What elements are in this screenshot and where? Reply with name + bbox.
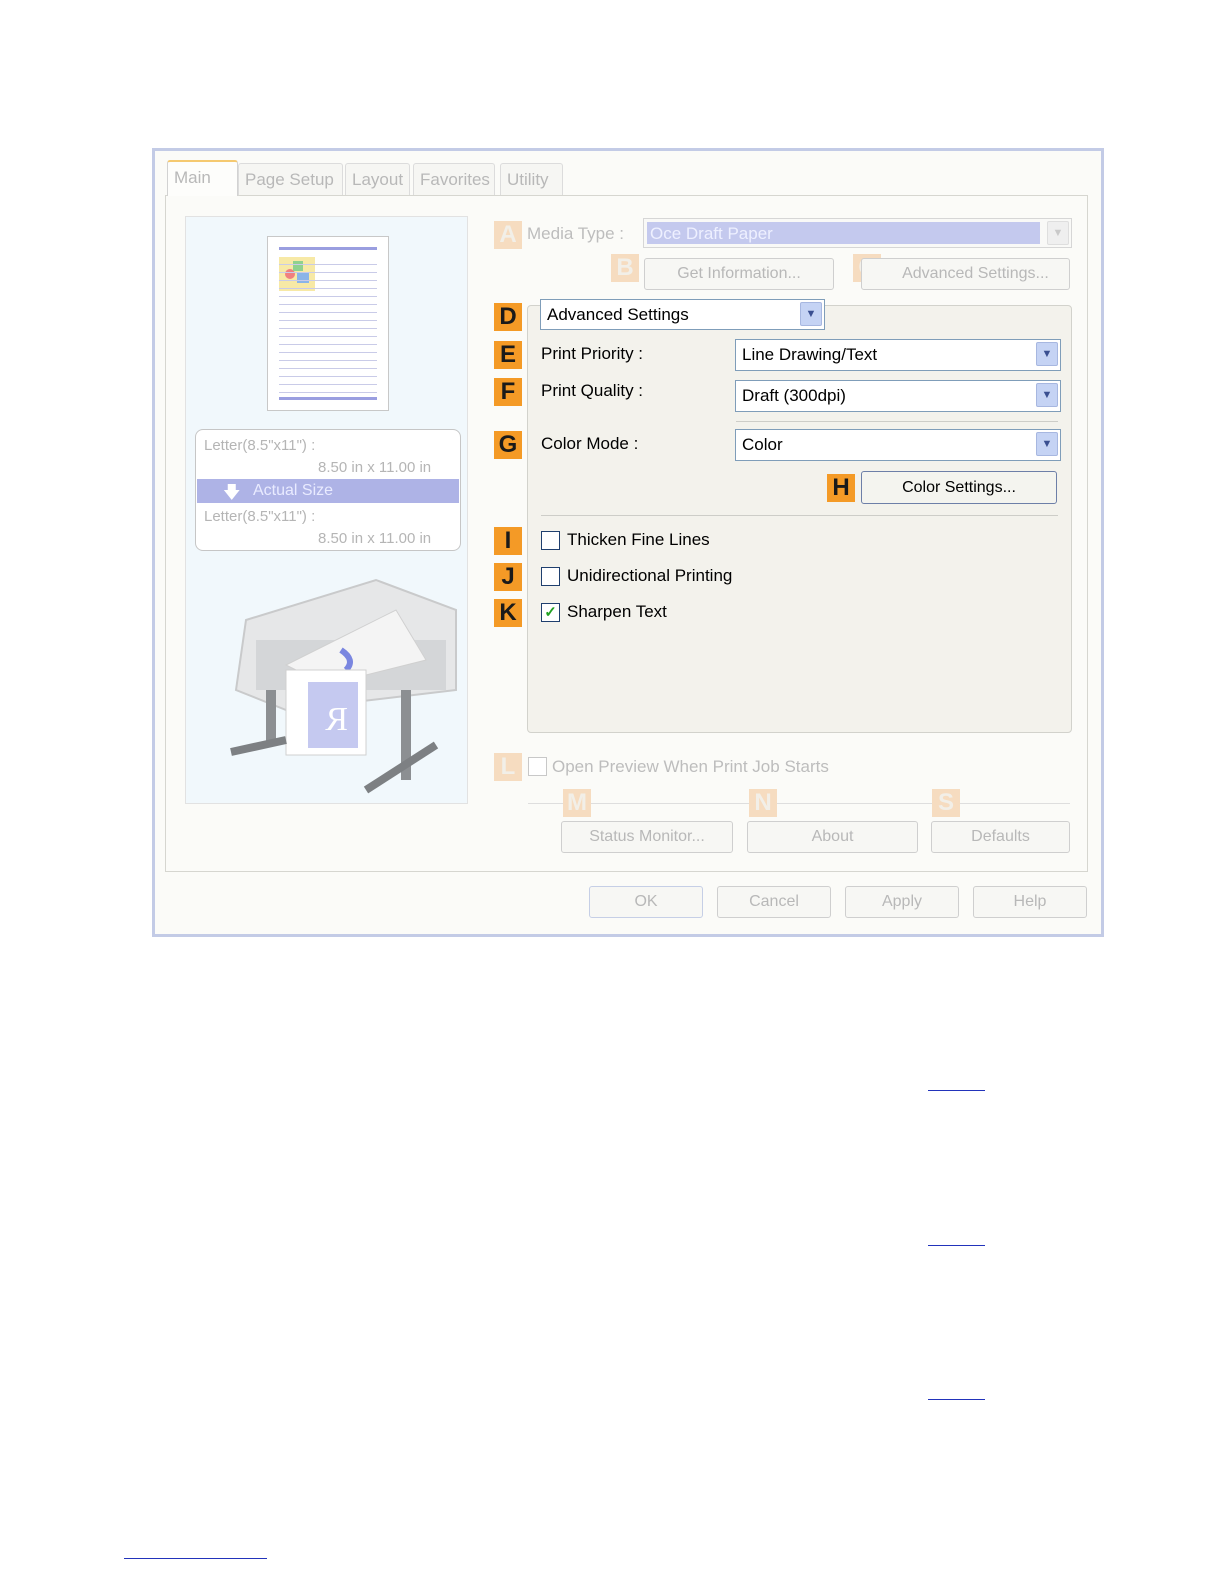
output-paper-dims: 8.50 in x 11.00 in <box>318 530 432 547</box>
page-link[interactable] <box>928 1090 985 1091</box>
arrow-down-icon: 🡇 <box>223 483 241 502</box>
badge-n: N <box>749 789 777 817</box>
print-priority-select[interactable]: Line Drawing/Text ▼ <box>735 339 1061 371</box>
chevron-down-icon: ▼ <box>1036 432 1058 456</box>
unidirectional-printing-label: Unidirectional Printing <box>567 566 733 585</box>
badge-d: D <box>494 303 522 331</box>
page-link[interactable] <box>928 1399 985 1400</box>
color-mode-value: Color <box>742 435 783 454</box>
mode-select[interactable]: Advanced Settings ▼ <box>540 299 825 330</box>
page-link[interactable] <box>928 1245 985 1246</box>
badge-k: K <box>494 599 522 627</box>
about-button[interactable]: About <box>747 821 918 853</box>
open-preview-label: Open Preview When Print Job Starts <box>552 757 829 776</box>
thicken-fine-lines-checkbox[interactable] <box>541 531 560 550</box>
chevron-down-icon: ▼ <box>1036 383 1058 407</box>
separator <box>541 515 1058 516</box>
media-type-value: Oce Draft Paper <box>650 224 773 243</box>
apply-button[interactable]: Apply <box>845 886 959 918</box>
cancel-button[interactable]: Cancel <box>717 886 831 918</box>
tab-favorites[interactable]: Favorites <box>413 163 495 195</box>
tab-utility[interactable]: Utility <box>500 163 563 195</box>
page-preview <box>267 236 389 411</box>
checkmark-icon: ✓ <box>544 604 557 621</box>
chevron-down-icon: ▼ <box>1036 342 1058 366</box>
media-type-label: Media Type : <box>527 224 625 243</box>
help-button[interactable]: Help <box>973 886 1087 918</box>
output-paper-size: Letter(8.5"x11") : <box>204 508 316 525</box>
input-paper-size: Letter(8.5"x11") : <box>204 437 316 454</box>
badge-g: G <box>494 431 522 459</box>
badge-e: E <box>494 341 522 369</box>
ok-button[interactable]: OK <box>589 886 703 918</box>
sharpen-text-checkbox[interactable]: ✓ <box>541 603 560 622</box>
get-information-button[interactable]: Get Information... <box>644 258 834 290</box>
tab-layout[interactable]: Layout <box>345 163 410 195</box>
scaling-label: Actual Size <box>253 482 334 499</box>
badge-s: S <box>932 789 960 817</box>
input-paper-dims: 8.50 in x 11.00 in <box>318 459 432 476</box>
sharpen-text-label: Sharpen Text <box>567 602 667 621</box>
chevron-down-icon: ▼ <box>800 302 822 326</box>
badge-b: B <box>611 254 639 282</box>
color-settings-button[interactable]: Color Settings... <box>861 471 1057 504</box>
defaults-button[interactable]: Defaults <box>931 821 1070 853</box>
tab-page-setup[interactable]: Page Setup <box>238 163 343 195</box>
separator <box>528 803 1070 804</box>
status-monitor-button[interactable]: Status Monitor... <box>561 821 733 853</box>
badge-i: I <box>494 527 522 555</box>
unidirectional-printing-checkbox[interactable] <box>541 567 560 586</box>
badge-j: J <box>494 563 522 591</box>
scaling-row: 🡇 Actual Size <box>197 479 459 503</box>
printer-illustration: R <box>230 578 457 794</box>
open-preview-checkbox[interactable] <box>528 757 547 776</box>
media-type-select[interactable]: Oce Draft Paper ▼ <box>643 218 1072 248</box>
badge-m: M <box>563 789 591 817</box>
mode-select-value: Advanced Settings <box>547 305 689 324</box>
thicken-fine-lines-label: Thicken Fine Lines <box>567 530 710 549</box>
color-mode-label: Color Mode : <box>541 434 639 453</box>
chevron-down-icon: ▼ <box>1047 221 1069 245</box>
svg-text:R: R <box>325 701 348 738</box>
advanced-settings-button[interactable]: Advanced Settings... <box>861 258 1070 290</box>
footer-link[interactable] <box>124 1558 267 1559</box>
print-quality-select[interactable]: Draft (300dpi) ▼ <box>735 380 1061 412</box>
badge-a: A <box>494 221 522 249</box>
print-priority-value: Line Drawing/Text <box>742 345 878 364</box>
badge-h: H <box>827 474 855 502</box>
badge-f: F <box>494 378 522 406</box>
color-mode-select[interactable]: Color ▼ <box>735 429 1061 461</box>
preview-footer-line <box>279 397 377 400</box>
print-priority-label: Print Priority : <box>541 344 644 363</box>
separator <box>736 421 1058 422</box>
badge-l: L <box>494 753 522 781</box>
print-quality-label: Print Quality : <box>541 381 644 400</box>
preview-header-line <box>279 247 377 250</box>
print-quality-value: Draft (300dpi) <box>742 386 846 405</box>
preview-text-lines <box>279 257 377 397</box>
tab-main[interactable]: Main <box>167 160 238 196</box>
